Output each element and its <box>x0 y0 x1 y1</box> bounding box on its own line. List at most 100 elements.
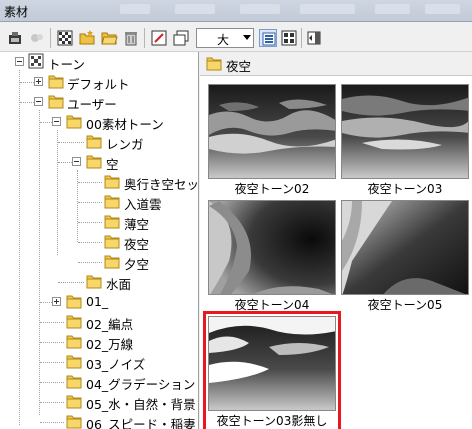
window-icon[interactable] <box>172 29 190 47</box>
material-thumbnail <box>208 200 336 295</box>
material-thumbnail <box>341 84 469 179</box>
folder-icon <box>66 114 82 129</box>
folder-icon <box>104 174 120 189</box>
expand-icon[interactable] <box>52 297 61 306</box>
folder-icon <box>66 294 82 309</box>
tree-item-sky[interactable]: 空 <box>0 152 198 172</box>
folder-icon <box>104 214 120 229</box>
material-thumbnail <box>208 316 336 411</box>
material-caption: 夜空トーン02 <box>234 182 310 196</box>
material-caption: 夜空トーン03影無し <box>216 414 328 428</box>
tree-label: 00素材トーン <box>86 117 164 132</box>
tree-item-depth-sky-set[interactable]: 奥行き空セッ <box>0 172 199 192</box>
material-tile[interactable]: 夜空トーン05 <box>341 200 469 313</box>
panel-toggle-icon[interactable] <box>305 29 323 47</box>
material-thumbnail <box>208 84 336 179</box>
folder-icon <box>66 334 82 349</box>
tree-item-00-material-tone[interactable]: 00素材トーン <box>0 112 198 132</box>
tree-label: トーン <box>48 57 85 72</box>
folder-icon <box>48 74 64 89</box>
chevron-down-icon <box>243 35 251 40</box>
material-tile[interactable]: 夜空トーン04 <box>208 200 336 313</box>
folder-icon <box>104 254 120 269</box>
material-tree: トーン デフォルト ユーザー 00素材トーン レンガ 空 奥行き空セッ 入道雲 … <box>0 52 199 429</box>
edit-icon[interactable] <box>150 29 168 47</box>
tree-label: 夕空 <box>124 257 150 272</box>
tone-icon <box>28 53 44 69</box>
tree-item-default[interactable]: デフォルト <box>0 72 198 92</box>
folder-icon <box>66 314 82 329</box>
toolbar: 大 <box>0 24 472 52</box>
tree-label: 夜空 <box>124 237 150 252</box>
tree-label: 02_万線 <box>86 337 134 352</box>
current-folder-label: 夜空 <box>226 59 252 74</box>
folder-icon <box>86 134 102 149</box>
tree-label: デフォルト <box>67 77 130 92</box>
tree-label: 薄空 <box>124 217 150 232</box>
material-grid: 夜空トーン02 夜空トーン03 夜空トーン04 夜空トーン05 夜空トーン03影… <box>200 76 472 429</box>
tree-item-05-water-nature[interactable]: 05_水・自然・背景 <box>0 392 198 412</box>
tree-item-water-surface[interactable]: 水面 <box>0 272 198 292</box>
material-tile-selected[interactable]: 夜空トーン03影無し <box>203 311 341 429</box>
tree-label: レンガ <box>106 137 144 152</box>
folder-icon <box>104 234 120 249</box>
collapse-icon[interactable] <box>15 57 24 66</box>
tree-label: 02_編点 <box>86 317 134 332</box>
open-folder-icon[interactable] <box>100 29 118 47</box>
material-tile[interactable]: 夜空トーン03 <box>341 84 469 197</box>
tree-label: 入道雲 <box>124 197 162 212</box>
large-icon-view-icon[interactable] <box>259 29 277 47</box>
tree-label: 空 <box>106 157 119 172</box>
tree-item-02-lines[interactable]: 02_万線 <box>0 332 198 352</box>
tree-item-02-dots[interactable]: 02_編点 <box>0 312 198 332</box>
folder-icon <box>86 154 102 169</box>
folder-icon <box>66 354 82 369</box>
tree-label: 05_水・自然・背景 <box>86 397 196 412</box>
tree-label: 03_ノイズ <box>86 357 146 372</box>
title-bar: 素材 <box>0 0 472 22</box>
tree-item-user[interactable]: ユーザー <box>0 92 198 112</box>
tree-label: 水面 <box>106 277 132 292</box>
size-select-value: 大 <box>217 33 230 47</box>
folder-icon <box>48 94 64 109</box>
tree-item-01[interactable]: 01_ <box>0 292 198 312</box>
tree-item-04-gradation[interactable]: 04_グラデーション <box>0 372 198 392</box>
material-tile[interactable]: 夜空トーン02 <box>208 84 336 197</box>
tool-icon[interactable] <box>6 29 24 47</box>
tree-label: 奥行き空セッ <box>124 177 199 192</box>
tile-view-icon[interactable] <box>280 29 298 47</box>
window-title: 素材 <box>4 5 29 19</box>
folder-icon <box>86 274 102 289</box>
expand-icon[interactable] <box>34 77 43 86</box>
path-bar: 夜空 <box>200 52 472 76</box>
folder-icon <box>104 194 120 209</box>
folder-icon <box>66 374 82 389</box>
tree-item-brick[interactable]: レンガ <box>0 132 198 152</box>
tree-item-03-noise[interactable]: 03_ノイズ <box>0 352 198 372</box>
tree-label: 01_ <box>86 294 109 309</box>
folder-icon <box>66 394 82 409</box>
tree-label: 06_スピード・稲妻 <box>86 417 196 429</box>
tree-root[interactable]: トーン <box>0 52 198 72</box>
tree-item-evening-sky[interactable]: 夕空 <box>0 252 198 272</box>
collapse-icon[interactable] <box>72 157 81 166</box>
trash-icon[interactable] <box>122 29 140 47</box>
collapse-icon[interactable] <box>52 117 61 126</box>
tree-item-night-sky[interactable]: 夜空 <box>0 232 198 252</box>
material-caption: 夜空トーン03 <box>367 182 443 196</box>
tree-label: 04_グラデーション <box>86 377 196 392</box>
material-caption: 夜空トーン04 <box>234 298 310 312</box>
new-folder-icon[interactable] <box>78 29 96 47</box>
tree-item-pale-sky[interactable]: 薄空 <box>0 212 198 232</box>
tree-item-cumulonimbus[interactable]: 入道雲 <box>0 192 198 212</box>
tree-label: ユーザー <box>67 97 117 112</box>
material-thumbnail <box>341 200 469 295</box>
collapse-icon[interactable] <box>34 97 43 106</box>
size-select[interactable]: 大 <box>196 28 254 48</box>
folder-icon <box>206 56 222 71</box>
tree-item-06-speed-lightning[interactable]: 06_スピード・稲妻 <box>0 412 198 429</box>
pattern-icon[interactable] <box>56 29 74 47</box>
folder-icon <box>66 414 82 429</box>
shop-icon[interactable] <box>28 29 46 47</box>
material-caption: 夜空トーン05 <box>367 298 443 312</box>
